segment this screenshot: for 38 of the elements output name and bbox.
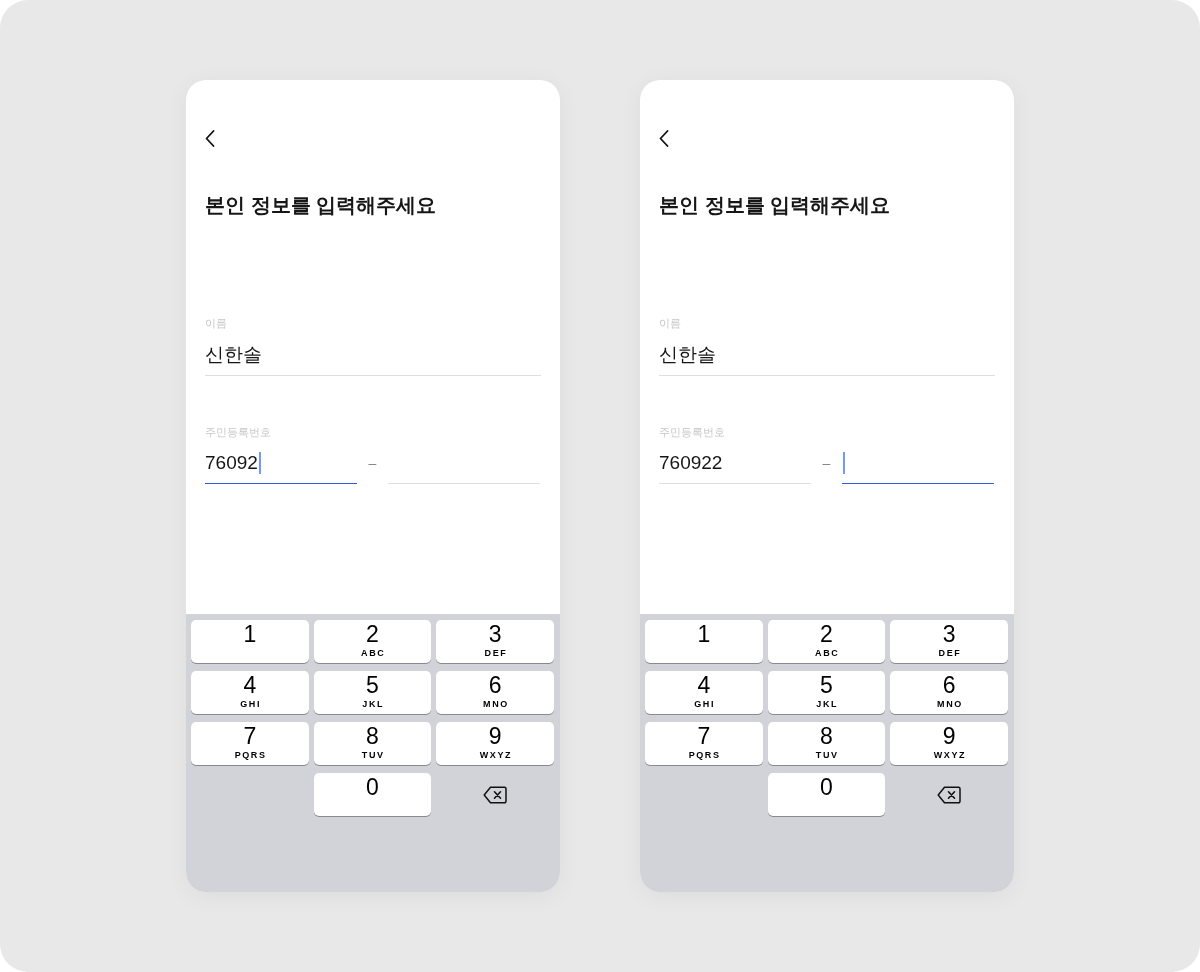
keypad-key[interactable]: 8 TUV xyxy=(313,722,432,765)
keypad-key[interactable]: 7 PQRS xyxy=(191,722,309,765)
input-field[interactable]: 신한솔 xyxy=(659,334,995,376)
keypad-key[interactable]: 6 MNO xyxy=(436,671,554,714)
text-cursor-icon xyxy=(843,451,845,474)
separator-dash: – xyxy=(368,456,377,470)
back-icon xyxy=(659,130,669,147)
input-field[interactable]: 신한솔 xyxy=(205,334,541,376)
keypad-key[interactable]: 6 MNO xyxy=(890,671,1008,714)
field-label: 주민등록번호 xyxy=(205,425,271,440)
field-label: 주민등록번호 xyxy=(659,425,725,440)
backspace-icon xyxy=(483,785,508,804)
text-cursor-icon xyxy=(258,451,261,474)
keypad-key[interactable]: 9 WXYZ xyxy=(436,722,554,765)
keypad-key[interactable]: 5 JKL xyxy=(313,671,432,714)
page-title: 본인 정보를 입력해주세요 xyxy=(659,193,891,218)
separator-dash: – xyxy=(822,456,831,470)
keypad-key[interactable]: 1 xyxy=(645,620,763,663)
back-button[interactable] xyxy=(659,130,671,147)
keypad-key[interactable]: 2 ABC xyxy=(313,620,432,663)
keypad-key[interactable]: 5 JKL xyxy=(767,671,886,714)
keypad-key[interactable]: 3 DEF xyxy=(436,620,554,663)
backspace-icon xyxy=(937,785,962,804)
input-field[interactable]: 760922 xyxy=(659,442,811,484)
page-title: 본인 정보를 입력해주세요 xyxy=(205,193,437,218)
keypad-key[interactable]: 1 xyxy=(191,620,309,663)
back-icon xyxy=(205,130,215,147)
input-field[interactable]: 76092 xyxy=(205,442,357,484)
keypad-key[interactable]: 4 GHI xyxy=(645,671,763,714)
keypad-key[interactable]: 0 xyxy=(313,773,432,816)
back-button[interactable] xyxy=(205,130,217,147)
keypad-key[interactable]: 4 GHI xyxy=(191,671,309,714)
keypad-key[interactable]: 7 PQRS xyxy=(645,722,763,765)
keypad-key[interactable]: 0 xyxy=(767,773,886,816)
keypad-key[interactable]: 3 DEF xyxy=(890,620,1008,663)
keypad-key[interactable]: 9 WXYZ xyxy=(890,722,1008,765)
keypad-key[interactable]: 8 TUV xyxy=(767,722,886,765)
keypad-key[interactable]: 2 ABC xyxy=(767,620,886,663)
